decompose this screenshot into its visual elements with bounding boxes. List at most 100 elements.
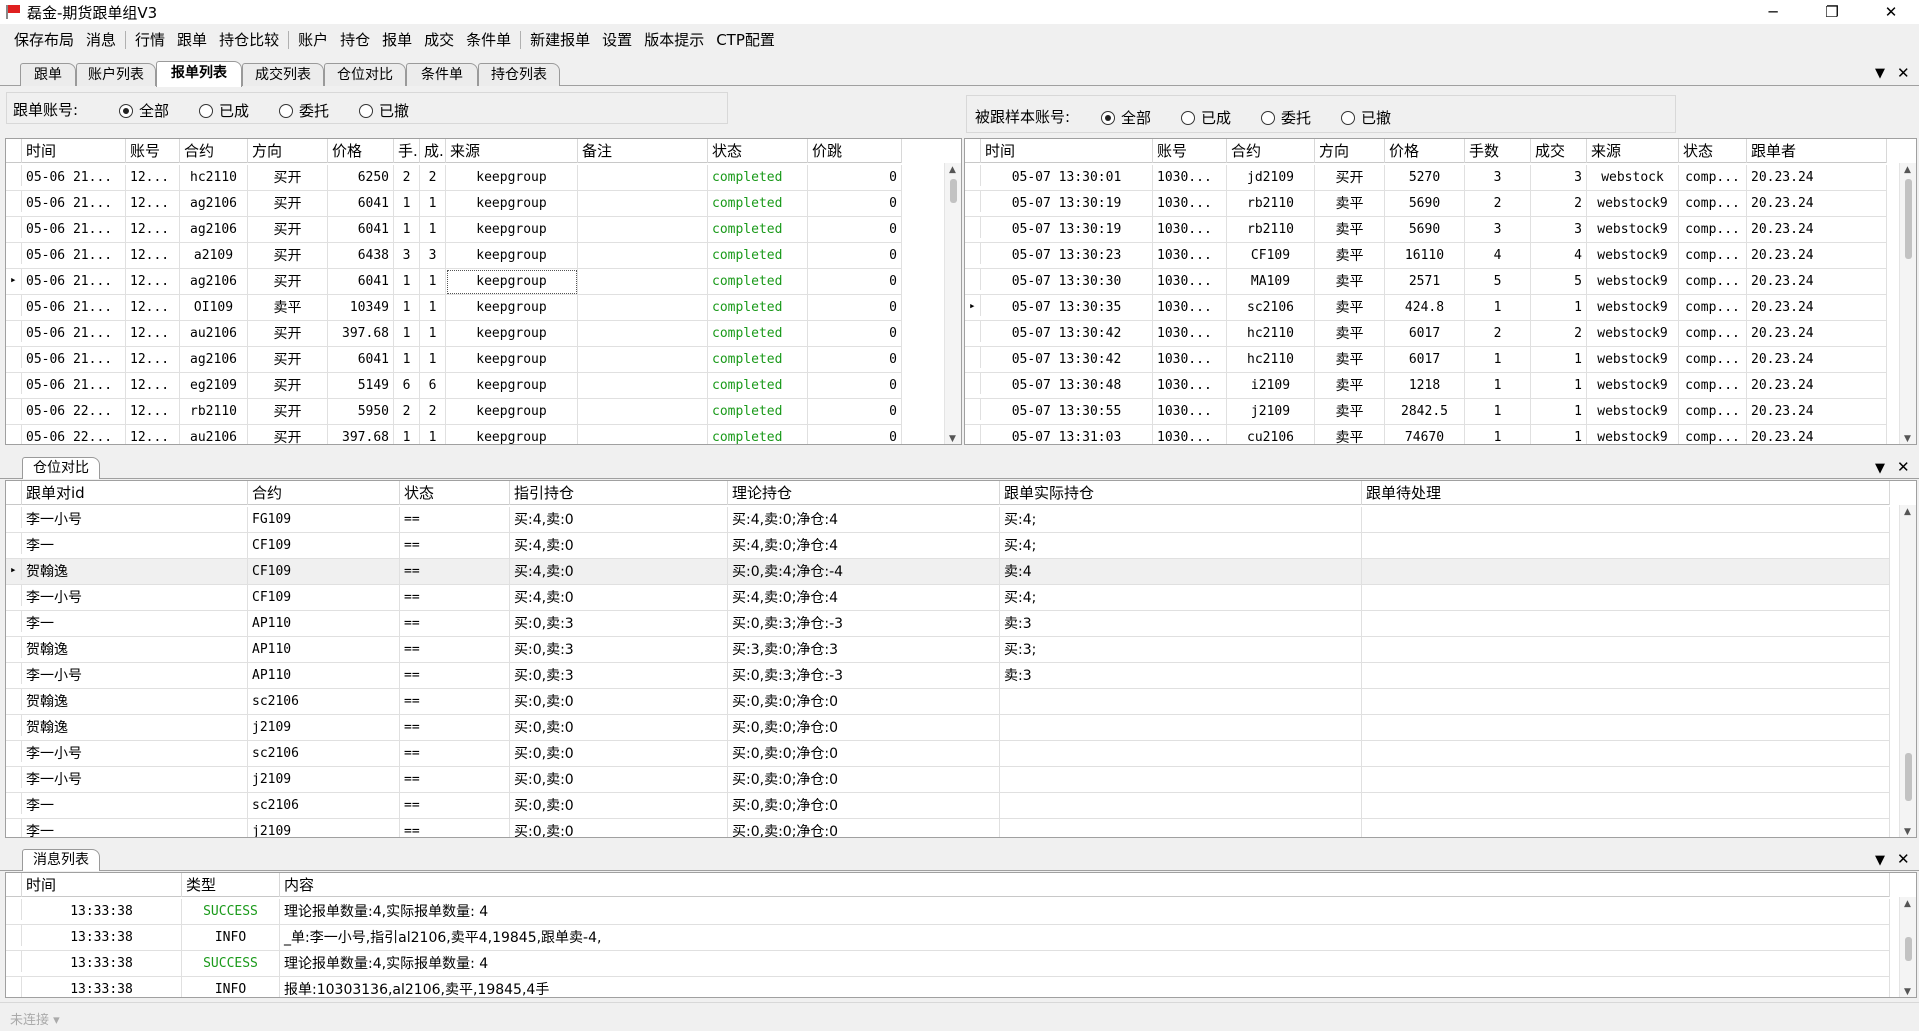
row-selector[interactable]: [6, 295, 22, 316]
row-selector[interactable]: [965, 321, 981, 342]
message-grid-scrollbar[interactable]: ▲ ▼: [1899, 897, 1916, 997]
table-row[interactable]: 李一小号 AP110 == 买:0,卖:3 买:0,卖:3;净仓:-3 卖:3: [6, 663, 1890, 689]
connection-status[interactable]: 未连接 ▾: [10, 1009, 60, 1028]
menu-conditional[interactable]: 条件单: [460, 26, 517, 54]
menu-settings[interactable]: 设置: [596, 26, 638, 54]
table-row[interactable]: 05-07 13:30:42 1030... hc2110 卖平 6017 1 1 webst…: [965, 347, 1887, 373]
table-row[interactable]: 05-07 13:30:23 1030... CF109 卖平 16110 4 4 webst…: [965, 243, 1887, 269]
table-row[interactable]: 13:33:38 INFO _单:李一小号,指引al2106,卖平4,19845,跟…: [6, 925, 1890, 951]
tab-positions[interactable]: 持仓列表: [478, 63, 560, 86]
tab-message-panel[interactable]: 消息列表: [22, 849, 100, 871]
menu-positions[interactable]: 持仓: [334, 26, 376, 54]
tab-trades[interactable]: 成交列表: [242, 63, 324, 86]
row-selector[interactable]: [6, 399, 22, 420]
row-selector[interactable]: [6, 373, 22, 394]
panel-dropdown-icon[interactable]: ▼: [1875, 461, 1885, 476]
column-header[interactable]: 方向: [248, 139, 328, 163]
table-row[interactable]: 05-06 21... 12... eg2109 买开 5149 6 6 keepgroup c…: [6, 373, 902, 399]
scroll-down-icon[interactable]: ▼: [1904, 434, 1911, 444]
column-header[interactable]: 来源: [1587, 139, 1679, 163]
column-header[interactable]: 来源: [446, 139, 578, 163]
table-row[interactable]: 05-07 13:30:19 1030... rb2110 卖平 5690 3 3 webst…: [965, 217, 1887, 243]
row-selector[interactable]: [6, 425, 22, 444]
row-selector[interactable]: [6, 585, 22, 606]
panel-close-icon[interactable]: ✕: [1897, 850, 1910, 868]
row-selector[interactable]: [6, 243, 22, 264]
row-selector[interactable]: [965, 243, 981, 264]
table-row[interactable]: 05-06 21... 12... ag2106 买开 6041 1 1 keepgroup c…: [6, 191, 902, 217]
menu-messages[interactable]: 消息: [80, 26, 122, 54]
column-header[interactable]: 成交: [1531, 139, 1587, 163]
column-header[interactable]: 指引持仓: [510, 481, 728, 505]
column-header[interactable]: 时间: [22, 873, 182, 897]
row-selector[interactable]: [6, 191, 22, 212]
column-header[interactable]: 账号: [126, 139, 180, 163]
table-row[interactable]: 李一小号 CF109 == 买:4,卖:0 买:4,卖:0;净仓:4 买:4;: [6, 585, 1890, 611]
menu-trades[interactable]: 成交: [418, 26, 460, 54]
table-row[interactable]: 05-07 13:30:42 1030... hc2110 卖平 6017 2 2 webst…: [965, 321, 1887, 347]
table-row[interactable]: 05-06 22... 12... au2106 买开 397.68 1 1 keepgrou…: [6, 425, 902, 444]
menu-quotes[interactable]: 行情: [129, 26, 171, 54]
table-row[interactable]: 05-07 13:30:30 1030... MA109 卖平 2571 5 5 websto…: [965, 269, 1887, 295]
table-row[interactable]: 05-06 21... 12... hc2110 买开 6250 2 2 keepgroup c…: [6, 165, 902, 191]
column-header[interactable]: 合约: [248, 481, 400, 505]
column-header[interactable]: 类型: [182, 873, 280, 897]
menu-new-order[interactable]: 新建报单: [524, 26, 596, 54]
table-row[interactable]: 05-06 21... 12... au2106 买开 397.68 1 1 keepgrou…: [6, 321, 902, 347]
scroll-down-icon[interactable]: ▼: [949, 434, 956, 444]
right-grid-scrollbar[interactable]: ▲ ▼: [1899, 163, 1916, 444]
tab-conditional[interactable]: 条件单: [406, 63, 478, 86]
column-header[interactable]: 价跳: [808, 139, 902, 163]
table-row[interactable]: 05-07 13:30:19 1030... rb2110 卖平 5690 2 2 webst…: [965, 191, 1887, 217]
row-selector[interactable]: [6, 899, 22, 920]
minimize-button[interactable]: ─: [1747, 0, 1799, 24]
table-row[interactable]: 贺翰逸 j2109 == 买:0,卖:0 买:0,卖:0;净仓:0: [6, 715, 1890, 741]
row-selector[interactable]: [965, 425, 981, 444]
row-selector[interactable]: [6, 217, 22, 238]
column-header[interactable]: 跟单对id: [22, 481, 248, 505]
scroll-thumb[interactable]: [1905, 937, 1912, 961]
column-header[interactable]: 状态: [400, 481, 510, 505]
table-row[interactable]: ▸ 05-06 21... 12... ag2106 买开 6041 1 1 keepgroup…: [6, 269, 902, 295]
row-selector[interactable]: [965, 217, 981, 238]
table-row[interactable]: ▸ 05-07 13:30:35 1030... sc2106 卖平 424.8 1 1 web…: [965, 295, 1887, 321]
close-window-button[interactable]: ✕: [1865, 0, 1917, 24]
table-row[interactable]: 李一 AP110 == 买:0,卖:3 买:0,卖:3;净仓:-3 卖:3: [6, 611, 1890, 637]
scroll-down-icon[interactable]: ▼: [1904, 827, 1911, 837]
table-row[interactable]: 13:33:38 SUCCESS 理论报单数量:4,实际报单数量: 4: [6, 899, 1890, 925]
scroll-thumb[interactable]: [1905, 753, 1912, 801]
scroll-up-icon[interactable]: ▲: [1904, 899, 1911, 909]
row-selector[interactable]: [6, 611, 22, 632]
table-row[interactable]: 李一小号 j2109 == 买:0,卖:0 买:0,卖:0;净仓:0: [6, 767, 1890, 793]
right-radio-all[interactable]: 全部: [1101, 107, 1151, 128]
column-header[interactable]: 成.: [420, 139, 446, 163]
menu-version[interactable]: 版本提示: [638, 26, 710, 54]
table-row[interactable]: ▸ 贺翰逸 CF109 == 买:4,卖:0 买:0,卖:4;净仓:-4 卖:4: [6, 559, 1890, 585]
table-row[interactable]: 李一小号 FG109 == 买:4,卖:0 买:4,卖:0;净仓:4 买:4;: [6, 507, 1890, 533]
row-selector[interactable]: [6, 321, 22, 342]
row-selector[interactable]: [6, 793, 22, 814]
table-row[interactable]: 05-07 13:30:48 1030... i2109 卖平 1218 1 1 websto…: [965, 373, 1887, 399]
row-selector[interactable]: ▸: [6, 269, 22, 290]
column-header[interactable]: 价格: [328, 139, 394, 163]
row-selector[interactable]: [6, 741, 22, 762]
column-header[interactable]: 方向: [1315, 139, 1385, 163]
left-radio-all[interactable]: 全部: [119, 100, 169, 121]
tab-accounts[interactable]: 账户列表: [76, 63, 156, 86]
table-row[interactable]: 贺翰逸 sc2106 == 买:0,卖:0 买:0,卖:0;净仓:0: [6, 689, 1890, 715]
table-row[interactable]: 李一 sc2106 == 买:0,卖:0 买:0,卖:0;净仓:0: [6, 793, 1890, 819]
tab-follow[interactable]: 跟单: [20, 63, 76, 86]
scroll-thumb[interactable]: [950, 179, 957, 203]
column-header[interactable]: 状态: [1679, 139, 1747, 163]
row-selector[interactable]: [6, 165, 22, 186]
row-selector[interactable]: [965, 269, 981, 290]
column-header[interactable]: 合约: [1227, 139, 1315, 163]
column-header[interactable]: 内容: [280, 873, 1890, 897]
row-selector[interactable]: [6, 925, 22, 946]
panel-dropdown-icon[interactable]: ▼: [1875, 853, 1885, 868]
row-selector[interactable]: [6, 507, 22, 528]
menu-ctp-config[interactable]: CTP配置: [710, 26, 781, 54]
column-header[interactable]: 时间: [22, 139, 126, 163]
scroll-down-icon[interactable]: ▼: [1904, 987, 1911, 997]
menu-orders[interactable]: 报单: [376, 26, 418, 54]
